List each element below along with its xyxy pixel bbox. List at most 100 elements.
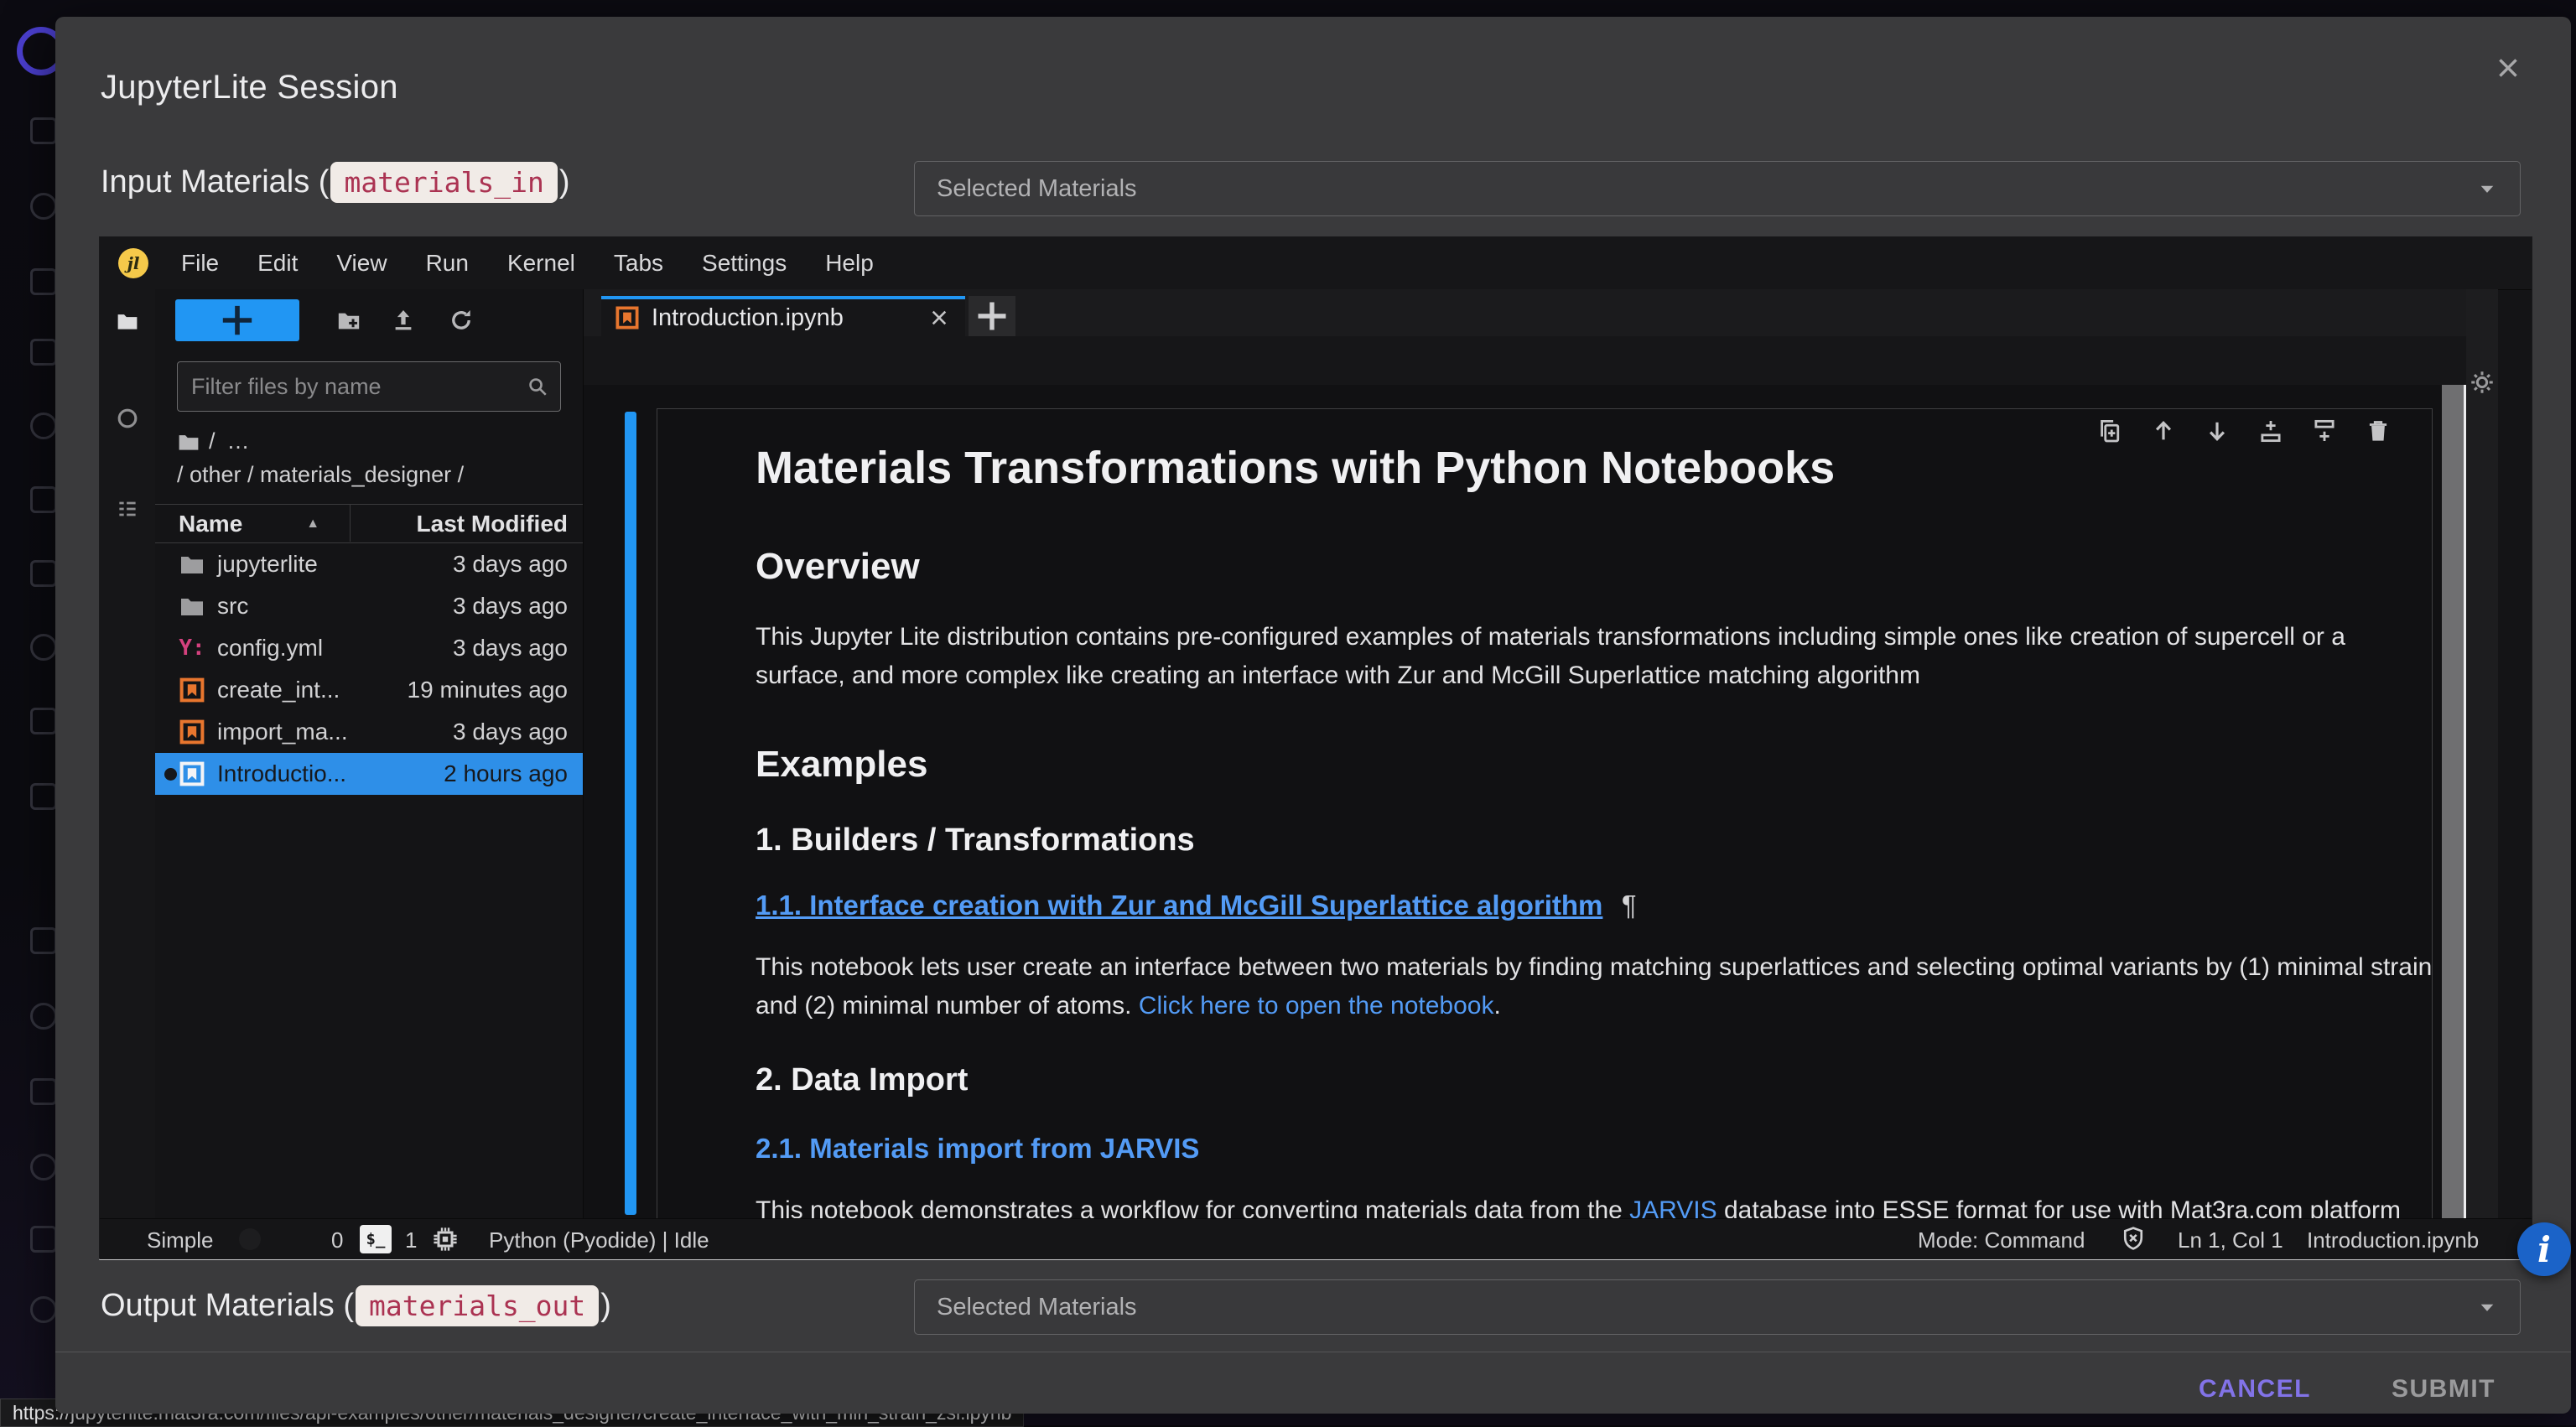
- notebook-icon: [179, 719, 205, 745]
- tab-close-icon[interactable]: [928, 307, 950, 329]
- app-sidebar-icon: [30, 1003, 57, 1030]
- tab-introduction-ipynb[interactable]: Introduction.ipynb: [601, 296, 965, 336]
- pilcrow-anchor[interactable]: ¶: [1622, 890, 1637, 921]
- insert-cell-above-icon[interactable]: [2258, 418, 2283, 444]
- menu-run[interactable]: Run: [407, 250, 488, 277]
- file-filter-input[interactable]: [190, 373, 512, 401]
- file-row[interactable]: jupyterlite 3 days ago: [155, 543, 583, 585]
- info-button[interactable]: i: [2517, 1222, 2571, 1276]
- sort-ascending-icon[interactable]: ▲: [306, 516, 319, 532]
- app-sidebar-icon: [30, 339, 57, 366]
- app-sidebar-icon: [30, 1078, 57, 1105]
- breadcrumb-ellipsis[interactable]: …: [227, 428, 252, 454]
- input-label-prefix: Input Materials (: [101, 164, 329, 200]
- notebook-content: Materials Transformations with Python No…: [584, 385, 2442, 1218]
- new-launcher-button[interactable]: [175, 299, 299, 341]
- menu-edit[interactable]: Edit: [238, 250, 317, 277]
- interface-paragraph: This notebook lets user create an interf…: [756, 948, 2441, 1025]
- file-modified: 3 days ago: [453, 719, 568, 745]
- breadcrumb-current-path: / other / materials_designer /: [177, 462, 464, 488]
- output-materials-select[interactable]: Selected Materials: [914, 1279, 2521, 1335]
- file-row[interactable]: src 3 days ago: [155, 585, 583, 627]
- overview-heading: Overview: [756, 546, 920, 588]
- app-sidebar-icon: [30, 413, 57, 439]
- move-cell-up-icon[interactable]: [2151, 418, 2176, 444]
- folder-icon: [179, 593, 205, 620]
- output-label-prefix: Output Materials (: [101, 1288, 354, 1324]
- menu-kernel[interactable]: Kernel: [488, 250, 595, 277]
- open-notebook-link[interactable]: Click here to open the notebook: [1139, 992, 1494, 1020]
- statusbar-filename: Introduction.ipynb: [2307, 1227, 2479, 1253]
- breadcrumb-root[interactable]: /: [209, 428, 216, 454]
- input-materials-label: Input Materials (materials_in): [101, 158, 570, 206]
- menu-settings[interactable]: Settings: [683, 250, 806, 277]
- file-modified: 19 minutes ago: [408, 677, 568, 703]
- insert-cell-below-icon[interactable]: [2312, 418, 2337, 444]
- tab-title: Introduction.ipynb: [652, 304, 844, 332]
- menu-view[interactable]: View: [317, 250, 406, 277]
- menu-file[interactable]: File: [162, 250, 238, 277]
- column-last-modified[interactable]: Last Modified: [417, 511, 568, 537]
- interface-link[interactable]: 1.1. Interface creation with Zur and McG…: [756, 890, 1602, 921]
- active-cell-indicator[interactable]: [625, 412, 636, 1215]
- terminal-count[interactable]: 1: [405, 1227, 417, 1253]
- notebook-scrollbar[interactable]: [2442, 385, 2466, 1218]
- file-row[interactable]: create_int... 19 minutes ago: [155, 669, 583, 711]
- menu-help[interactable]: Help: [806, 250, 893, 277]
- output-label-suffix: ): [600, 1288, 611, 1324]
- duplicate-cell-icon[interactable]: [2097, 418, 2122, 444]
- interface-text: This notebook lets user create an interf…: [756, 953, 2432, 1020]
- file-row[interactable]: Y: config.yml 3 days ago: [155, 627, 583, 669]
- close-icon[interactable]: [2494, 54, 2522, 82]
- app-sidebar-icon: [30, 117, 57, 144]
- file-modified: 3 days ago: [453, 593, 568, 620]
- submit-button[interactable]: SUBMIT: [2392, 1375, 2496, 1404]
- jupyter-statusbar: Simple 0 $_ 1 Python (Pyodide) | Idle Mo…: [100, 1218, 2532, 1259]
- yaml-file-icon: Y:: [179, 636, 205, 661]
- table-of-contents-icon[interactable]: [116, 497, 139, 521]
- chevron-down-icon: [2476, 178, 2498, 200]
- app-sidebar-icon: [30, 486, 57, 513]
- file-row-selected[interactable]: Introductio... 2 hours ago: [155, 753, 583, 795]
- file-modified: 3 days ago: [453, 551, 568, 578]
- notebook-icon: [615, 305, 640, 330]
- column-divider: [350, 504, 351, 542]
- file-name: Introductio...: [217, 760, 346, 787]
- input-label-suffix: ): [559, 164, 570, 200]
- upload-icon[interactable]: [391, 308, 416, 333]
- cancel-button[interactable]: CANCEL: [2199, 1375, 2311, 1404]
- file-name: jupyterlite: [217, 551, 318, 578]
- file-row[interactable]: import_ma... 3 days ago: [155, 711, 583, 753]
- terminal-icon[interactable]: $_: [360, 1225, 392, 1253]
- menu-tabs[interactable]: Tabs: [595, 250, 683, 277]
- jupyterlite-logo: jl: [118, 248, 148, 278]
- files-tab-icon[interactable]: [116, 309, 139, 333]
- app-sidebar-icon: [30, 927, 57, 954]
- jarvis-link[interactable]: JARVIS: [1629, 1196, 1717, 1218]
- input-variable-chip: materials_in: [330, 162, 557, 203]
- move-cell-down-icon[interactable]: [2205, 418, 2230, 444]
- cursor-position[interactable]: Ln 1, Col 1: [2178, 1227, 2283, 1253]
- notebook-title: Materials Transformations with Python No…: [756, 442, 1835, 494]
- running-sessions-icon[interactable]: [116, 407, 139, 430]
- data-import-heading: 2. Data Import: [756, 1062, 968, 1098]
- delete-cell-icon[interactable]: [2366, 418, 2391, 444]
- home-folder-icon[interactable]: [177, 430, 200, 454]
- left-activity-bar: [100, 289, 156, 1218]
- new-tab-icon[interactable]: [969, 296, 1015, 336]
- right-activity-bar: [2466, 289, 2498, 1218]
- file-name: src: [217, 593, 248, 620]
- jarvis-heading-link[interactable]: 2.1. Materials import from JARVIS: [756, 1133, 1199, 1165]
- input-materials-select[interactable]: Selected Materials: [914, 161, 2521, 216]
- kernel-busy-count[interactable]: 0: [331, 1227, 343, 1253]
- jarvis-text: This notebook demonstrates a workflow fo…: [756, 1196, 1629, 1218]
- file-filter-box[interactable]: [177, 361, 561, 412]
- property-inspector-gear-icon[interactable]: [2470, 370, 2495, 395]
- jupyter-menubar: jl File Edit View Run Kernel Tabs Settin…: [100, 237, 2532, 290]
- kernel-status-text[interactable]: Python (Pyodide) | Idle: [489, 1227, 709, 1253]
- app-sidebar-icon: [30, 1296, 57, 1323]
- refresh-icon[interactable]: [449, 308, 474, 333]
- notebook-icon: [179, 760, 205, 787]
- new-folder-icon[interactable]: [336, 308, 361, 333]
- column-name[interactable]: Name: [179, 511, 242, 537]
